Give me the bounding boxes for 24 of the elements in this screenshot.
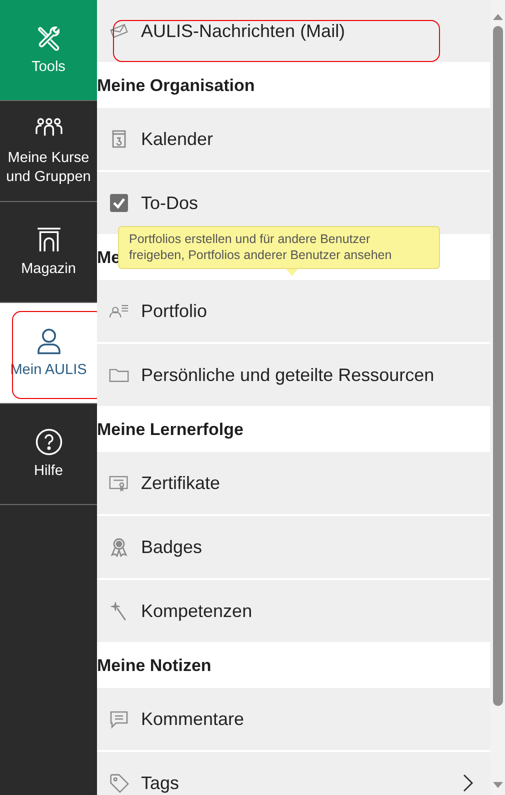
scrollbar[interactable]	[490, 0, 505, 795]
tag-icon	[109, 773, 129, 793]
tooltip-pointer	[286, 268, 298, 276]
certificate-icon	[109, 473, 129, 493]
award-icon	[109, 537, 129, 557]
menu-item[interactable]: Portfolio	[97, 280, 490, 342]
nav-item[interactable]: Tools	[0, 0, 97, 101]
menu-item[interactable]: Badges	[97, 516, 490, 578]
section-heading: Meine Lernerfolge	[97, 420, 244, 440]
menu-item[interactable]: Kalender	[97, 108, 490, 170]
comment-icon	[109, 709, 129, 729]
tooltip: Portfolios erstellen und für andere Benutzer freigeben, Portfolios anderer Benutzer ansehen	[118, 226, 440, 268]
section-heading: Meine Organisation	[97, 76, 255, 96]
menu-item[interactable]: Persönliche und geteilte Ressourcen	[97, 344, 490, 406]
menu-item[interactable]: To-Dos	[97, 172, 490, 234]
menu-item[interactable]: Kompetenzen	[97, 580, 490, 642]
menu-item[interactable]: AULIS-Nachrichten (Mail)	[97, 0, 490, 62]
help-icon	[34, 428, 64, 456]
checkbox-icon	[109, 193, 129, 213]
section-heading: Meine Notizen	[97, 656, 212, 676]
menu-item[interactable]: Tags	[97, 752, 490, 795]
magic-wand-icon	[109, 601, 129, 621]
menu-item[interactable]: Kommentare	[97, 688, 490, 750]
menu-item[interactable]: Zertifikate	[97, 452, 490, 514]
